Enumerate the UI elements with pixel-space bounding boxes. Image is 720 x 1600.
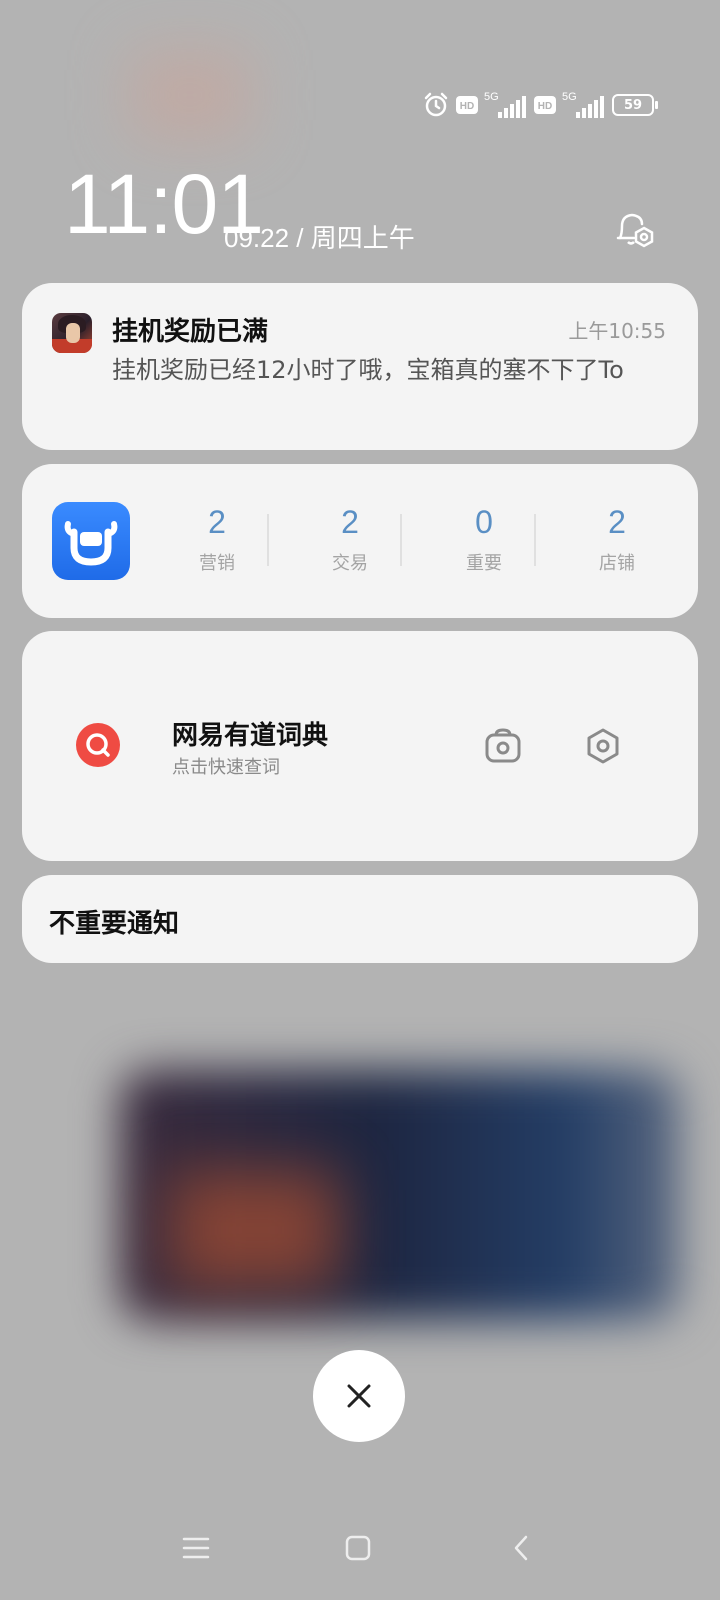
youdao-app-icon: [76, 723, 120, 767]
signal-icon: 5G: [484, 91, 526, 118]
hd-icon: HD: [456, 96, 478, 114]
stat-label: 交易: [332, 553, 368, 574]
back-icon[interactable]: [508, 1534, 536, 1562]
notification-settings-icon[interactable]: [612, 208, 658, 254]
game-app-icon: [52, 313, 92, 353]
youdao-title: 网易有道词典: [172, 721, 329, 751]
divider: [400, 514, 402, 566]
low-priority-label: 不重要通知: [49, 909, 180, 939]
signal-icon: 5G: [562, 91, 604, 118]
navigation-bar: [0, 1534, 720, 1574]
cow-icon: [64, 521, 118, 566]
date: 09.22 / 周四上午: [224, 223, 415, 253]
divider: [267, 514, 269, 566]
alarm-icon: [424, 92, 448, 117]
status-bar: HD 5G HD 5G 59: [422, 88, 658, 122]
stat-important[interactable]: 0 重要: [434, 504, 534, 575]
stat-value: 2: [341, 504, 359, 540]
notification-youdao[interactable]: 网易有道词典 点击快速查词: [22, 631, 698, 861]
notification-body: 挂机奖励已经12小时了哦，宝箱真的塞不下了To: [112, 356, 624, 384]
stat-value: 2: [608, 504, 626, 540]
stat-store[interactable]: 2 店铺: [567, 504, 667, 575]
stat-value: 2: [208, 504, 226, 540]
stat-value: 0: [475, 504, 493, 540]
close-icon: [347, 1384, 371, 1408]
camera-icon[interactable]: [484, 727, 522, 765]
stat-transactions[interactable]: 2 交易: [300, 504, 400, 575]
battery-icon: 59: [612, 94, 658, 116]
battery-level: 59: [623, 97, 643, 113]
svg-text:HD: HD: [538, 101, 552, 112]
notification-title: 挂机奖励已满: [112, 317, 269, 347]
gear-icon[interactable]: [584, 727, 622, 765]
background-blur: [130, 50, 250, 140]
youdao-subtitle: 点击快速查词: [172, 757, 280, 778]
search-icon: [86, 733, 110, 757]
svg-text:5G: 5G: [562, 91, 577, 103]
background-app-preview-accent: [170, 1170, 340, 1290]
shop-app-icon: [52, 502, 130, 580]
notification-time: 上午10:55: [568, 319, 666, 343]
notification-game[interactable]: 挂机奖励已满 上午10:55 挂机奖励已经12小时了哦，宝箱真的塞不下了To: [22, 283, 698, 450]
divider: [534, 514, 536, 566]
svg-text:5G: 5G: [484, 91, 499, 103]
stat-label: 营销: [199, 553, 235, 574]
close-button[interactable]: [313, 1350, 405, 1442]
stat-label: 重要: [466, 553, 502, 574]
home-icon[interactable]: [344, 1534, 372, 1562]
menu-icon[interactable]: [182, 1534, 210, 1562]
stat-label: 店铺: [599, 553, 635, 574]
notification-shop[interactable]: 2 营销 2 交易 0 重要 2 店铺: [22, 464, 698, 618]
hd-icon: HD: [534, 96, 556, 114]
stat-marketing[interactable]: 2 营销: [167, 504, 267, 575]
svg-text:HD: HD: [460, 101, 474, 112]
low-priority-notifications[interactable]: 不重要通知: [22, 875, 698, 963]
